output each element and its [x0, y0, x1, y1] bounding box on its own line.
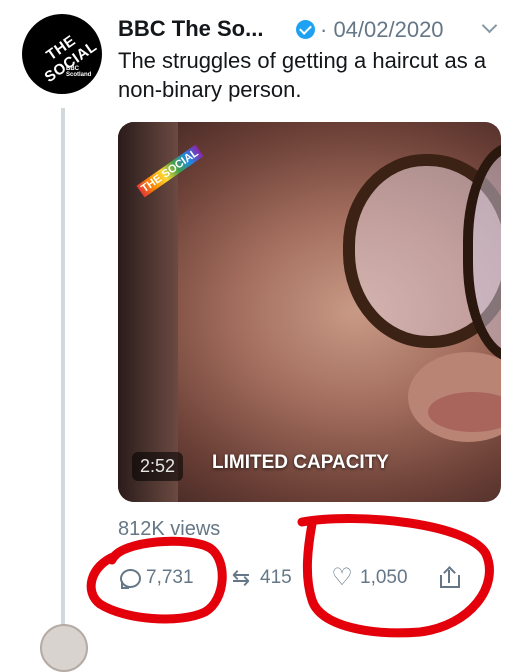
tweet-actions: 7,731 ⇆ 415 ♡ 1,050 [118, 564, 508, 592]
retweet-button[interactable]: ⇆ 415 [228, 564, 292, 592]
retweet-count: 415 [260, 567, 292, 588]
reply-button[interactable]: 7,731 [118, 564, 194, 592]
verified-badge-icon [296, 20, 315, 39]
reply-count: 7,731 [146, 567, 194, 588]
video-player[interactable]: THE SOCIAL 2:52 LIMITED CAPACITY [118, 122, 501, 502]
like-button[interactable]: ♡ 1,050 [330, 564, 408, 592]
avatar-logo-sub: BBC Scotland [66, 66, 92, 78]
tweet-header: BBC The So... · 04/02/2020 [118, 14, 518, 46]
share-icon [438, 567, 460, 589]
avatar-logo-text: THE SOCIAL [41, 32, 101, 87]
thread-line [61, 108, 65, 628]
like-count: 1,050 [360, 567, 408, 588]
tweet-text: The struggles of getting a haircut as a … [118, 48, 487, 102]
author-name[interactable]: BBC The So... [118, 16, 263, 42]
tweet-date[interactable]: · 04/02/2020 [320, 17, 444, 43]
chevron-down-icon[interactable] [481, 17, 498, 34]
video-duration: 2:52 [132, 452, 184, 481]
next-tweet-avatar[interactable] [40, 624, 88, 672]
heart-icon: ♡ [331, 564, 353, 591]
video-caption: LIMITED CAPACITY [212, 452, 389, 473]
reply-icon [118, 567, 141, 589]
share-button[interactable] [438, 564, 460, 592]
author-avatar[interactable]: THE SOCIAL BBC Scotland [22, 14, 102, 94]
view-count[interactable]: 812K views [118, 518, 220, 541]
retweet-icon: ⇆ [231, 565, 251, 590]
